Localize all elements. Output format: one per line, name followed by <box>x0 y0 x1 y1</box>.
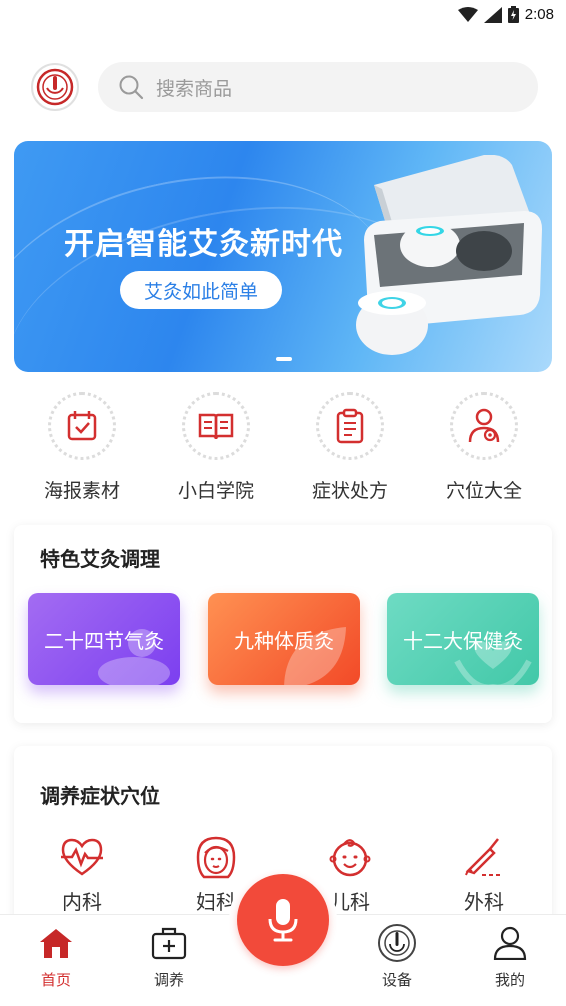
voice-button[interactable] <box>237 874 329 966</box>
tab-profile[interactable]: 我的 <box>470 925 550 990</box>
power-logo-icon <box>36 68 74 106</box>
banner-pager-dot <box>276 357 292 361</box>
category-label: 内科 <box>62 890 102 914</box>
quick-nav-label: 小白学院 <box>177 480 254 502</box>
person-pin-icon <box>450 392 518 460</box>
search-placeholder: 搜索商品 <box>156 77 233 100</box>
tab-devices[interactable]: 设备 <box>357 924 437 990</box>
quick-nav-label: 海报素材 <box>43 480 120 502</box>
wifi-icon <box>457 6 478 22</box>
header: 搜索商品 <box>0 62 566 114</box>
tab-label: 设备 <box>381 971 412 989</box>
clipboard-icon <box>316 392 384 460</box>
featured-tiles: 二十四节气灸 九种体质灸 十二大保健灸 <box>14 593 552 703</box>
home-icon <box>16 925 96 961</box>
scalpel-icon <box>434 834 534 880</box>
quick-nav-item-prescriptions[interactable]: 症状处方 <box>290 392 410 503</box>
quick-nav-item-academy[interactable]: 小白学院 <box>156 392 276 503</box>
search-bar[interactable]: 搜索商品 <box>98 62 538 112</box>
quick-nav: 海报素材 小白学院 症状处方 穴位大全 <box>0 392 566 502</box>
power-device-icon <box>357 924 437 962</box>
category-internal-medicine[interactable]: 内科 <box>32 834 132 915</box>
woman-face-icon <box>166 834 266 880</box>
tile-nine-constitutions[interactable]: 九种体质灸 <box>208 593 360 685</box>
category-label: 外科 <box>464 890 504 914</box>
tile-twelve-health[interactable]: 十二大保健灸 <box>387 593 539 685</box>
status-bar: 2:08 <box>0 0 566 32</box>
search-icon <box>118 74 144 100</box>
tab-home[interactable]: 首页 <box>16 925 96 990</box>
section-title: 特色艾灸调理 <box>40 547 160 571</box>
quick-nav-label: 穴位大全 <box>445 480 522 502</box>
status-time: 2:08 <box>524 6 554 23</box>
category-surgery[interactable]: 外科 <box>434 834 534 915</box>
calendar-check-icon <box>48 392 116 460</box>
moxibustion-device-image <box>356 155 542 355</box>
microphone-icon <box>268 899 298 942</box>
banner-title: 开启智能艾灸新时代 <box>64 227 343 262</box>
user-icon <box>470 925 550 961</box>
tile-24-solar-terms[interactable]: 二十四节气灸 <box>28 593 180 685</box>
tab-label: 调养 <box>153 971 184 989</box>
tab-label: 我的 <box>494 971 525 989</box>
tile-label: 九种体质灸 <box>234 628 334 653</box>
banner-pill-button[interactable]: 艾灸如此简单 <box>120 271 282 309</box>
quick-nav-item-posters[interactable]: 海报素材 <box>22 392 142 503</box>
tile-label: 十二大保健灸 <box>403 628 523 653</box>
quick-nav-label: 症状处方 <box>311 480 388 502</box>
signal-icon <box>483 6 502 23</box>
promo-banner[interactable]: 开启智能艾灸新时代 艾灸如此简单 <box>14 141 552 372</box>
featured-moxibustion-card: 特色艾灸调理 二十四节气灸 九种体质灸 十二大保健灸 <box>14 525 552 723</box>
status-icons: 2:08 <box>457 6 554 23</box>
tile-label: 二十四节气灸 <box>44 628 164 653</box>
child-face-icon <box>300 834 400 880</box>
section-title: 调养症状穴位 <box>40 784 160 808</box>
brand-logo[interactable] <box>31 63 79 111</box>
tab-label: 首页 <box>40 971 71 989</box>
medical-kit-icon <box>129 925 209 961</box>
open-book-icon <box>182 392 250 460</box>
heartbeat-icon <box>32 834 132 880</box>
battery-icon <box>507 6 519 23</box>
tab-care[interactable]: 调养 <box>129 925 209 990</box>
quick-nav-item-acupoints[interactable]: 穴位大全 <box>424 392 544 503</box>
